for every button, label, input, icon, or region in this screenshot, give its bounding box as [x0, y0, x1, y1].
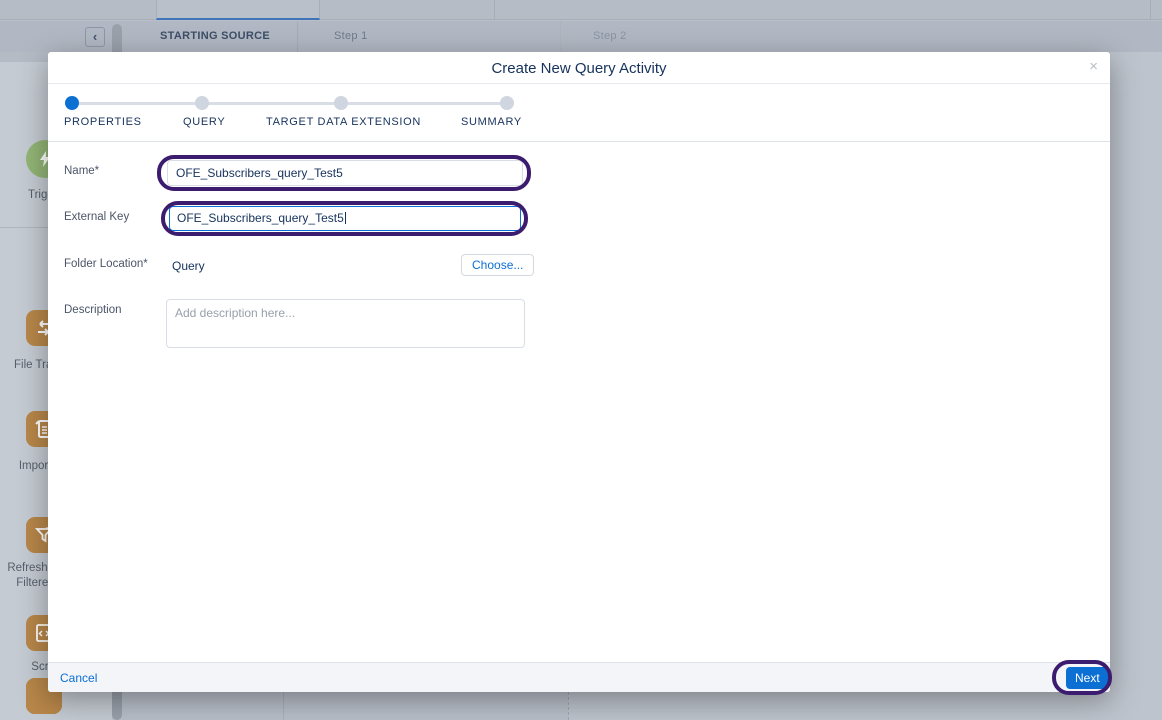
modal-footer: Cancel Next [48, 662, 1110, 692]
modal-header: Create New Query Activity × [48, 52, 1110, 84]
collapse-sidebar-button[interactable]: ‹ [85, 27, 105, 47]
top-tab-strip [0, 0, 1162, 20]
name-input[interactable] [167, 160, 523, 186]
name-label: Name* [64, 165, 99, 177]
step-dot-query [195, 96, 209, 110]
folder-location-label: Folder Location* [64, 258, 148, 270]
progress-steps: PROPERTIES QUERY TARGET DATA EXTENSION S… [48, 84, 1110, 142]
external-key-label: External Key [64, 211, 129, 223]
step-dot-summary [500, 96, 514, 110]
modal-title: Create New Query Activity [48, 52, 1110, 77]
column-divider [560, 21, 561, 52]
choose-folder-button[interactable]: Choose... [461, 254, 534, 276]
cancel-button[interactable]: Cancel [60, 671, 97, 685]
workflow-column-starting-source[interactable]: STARTING SOURCE [160, 30, 270, 42]
text-cursor [345, 212, 346, 224]
step-dot-properties [65, 96, 79, 110]
tab-divider [494, 0, 495, 20]
column-divider [297, 21, 298, 52]
step-label-target-data-extension: TARGET DATA EXTENSION [266, 116, 421, 128]
description-textarea[interactable] [166, 299, 525, 348]
workflow-column-step-2[interactable]: Step 2 [593, 30, 627, 42]
external-key-value: OFE_Subscribers_query_Test5 [177, 211, 344, 225]
active-automation-tab[interactable] [156, 0, 320, 20]
workflow-step-bar: ‹ STARTING SOURCE Step 1 Step 2 [0, 21, 1162, 52]
progress-track [72, 102, 507, 105]
close-icon[interactable]: × [1089, 59, 1098, 74]
step-label-summary: SUMMARY [461, 116, 522, 128]
create-query-activity-modal: Create New Query Activity × PROPERTIES Q… [48, 52, 1110, 692]
tab-divider [1150, 0, 1151, 20]
folder-location-value: Query [172, 259, 205, 273]
step-label-properties: PROPERTIES [64, 116, 142, 128]
external-key-input[interactable]: OFE_Subscribers_query_Test5 [169, 206, 521, 231]
workflow-column-step-1[interactable]: Step 1 [334, 30, 368, 42]
description-label: Description [64, 304, 122, 316]
step-dot-target-data-extension [334, 96, 348, 110]
step-label-query: QUERY [183, 116, 225, 128]
next-button[interactable]: Next [1066, 667, 1109, 689]
